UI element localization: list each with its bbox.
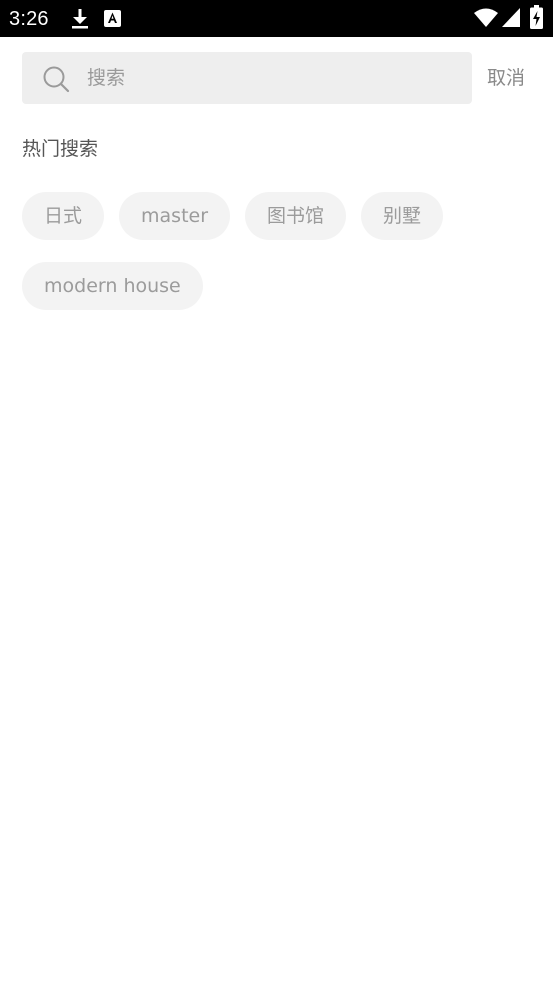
hot-search-tag[interactable]: master (119, 192, 231, 240)
hot-search-tags: 日式 master 图书馆 别墅 modern house (22, 192, 532, 310)
search-bar[interactable] (22, 52, 472, 104)
cell-signal-icon (502, 8, 520, 27)
hot-search-tag[interactable]: modern house (22, 262, 203, 310)
status-bar: 3:26 (0, 0, 553, 37)
battery-charging-icon (530, 5, 543, 29)
status-time: 3:26 (9, 8, 49, 30)
search-input[interactable] (87, 52, 457, 104)
hot-search-tag[interactable]: 别墅 (361, 192, 444, 240)
app-notification-icon (104, 10, 121, 27)
hot-search-tag[interactable]: 图书馆 (245, 192, 347, 240)
search-icon (43, 66, 70, 93)
download-icon (72, 9, 88, 29)
hot-search-title: 热门搜索 (22, 138, 99, 160)
wifi-icon (474, 8, 498, 27)
cancel-button[interactable]: 取消 (487, 64, 525, 92)
hot-search-tag[interactable]: 日式 (22, 192, 105, 240)
